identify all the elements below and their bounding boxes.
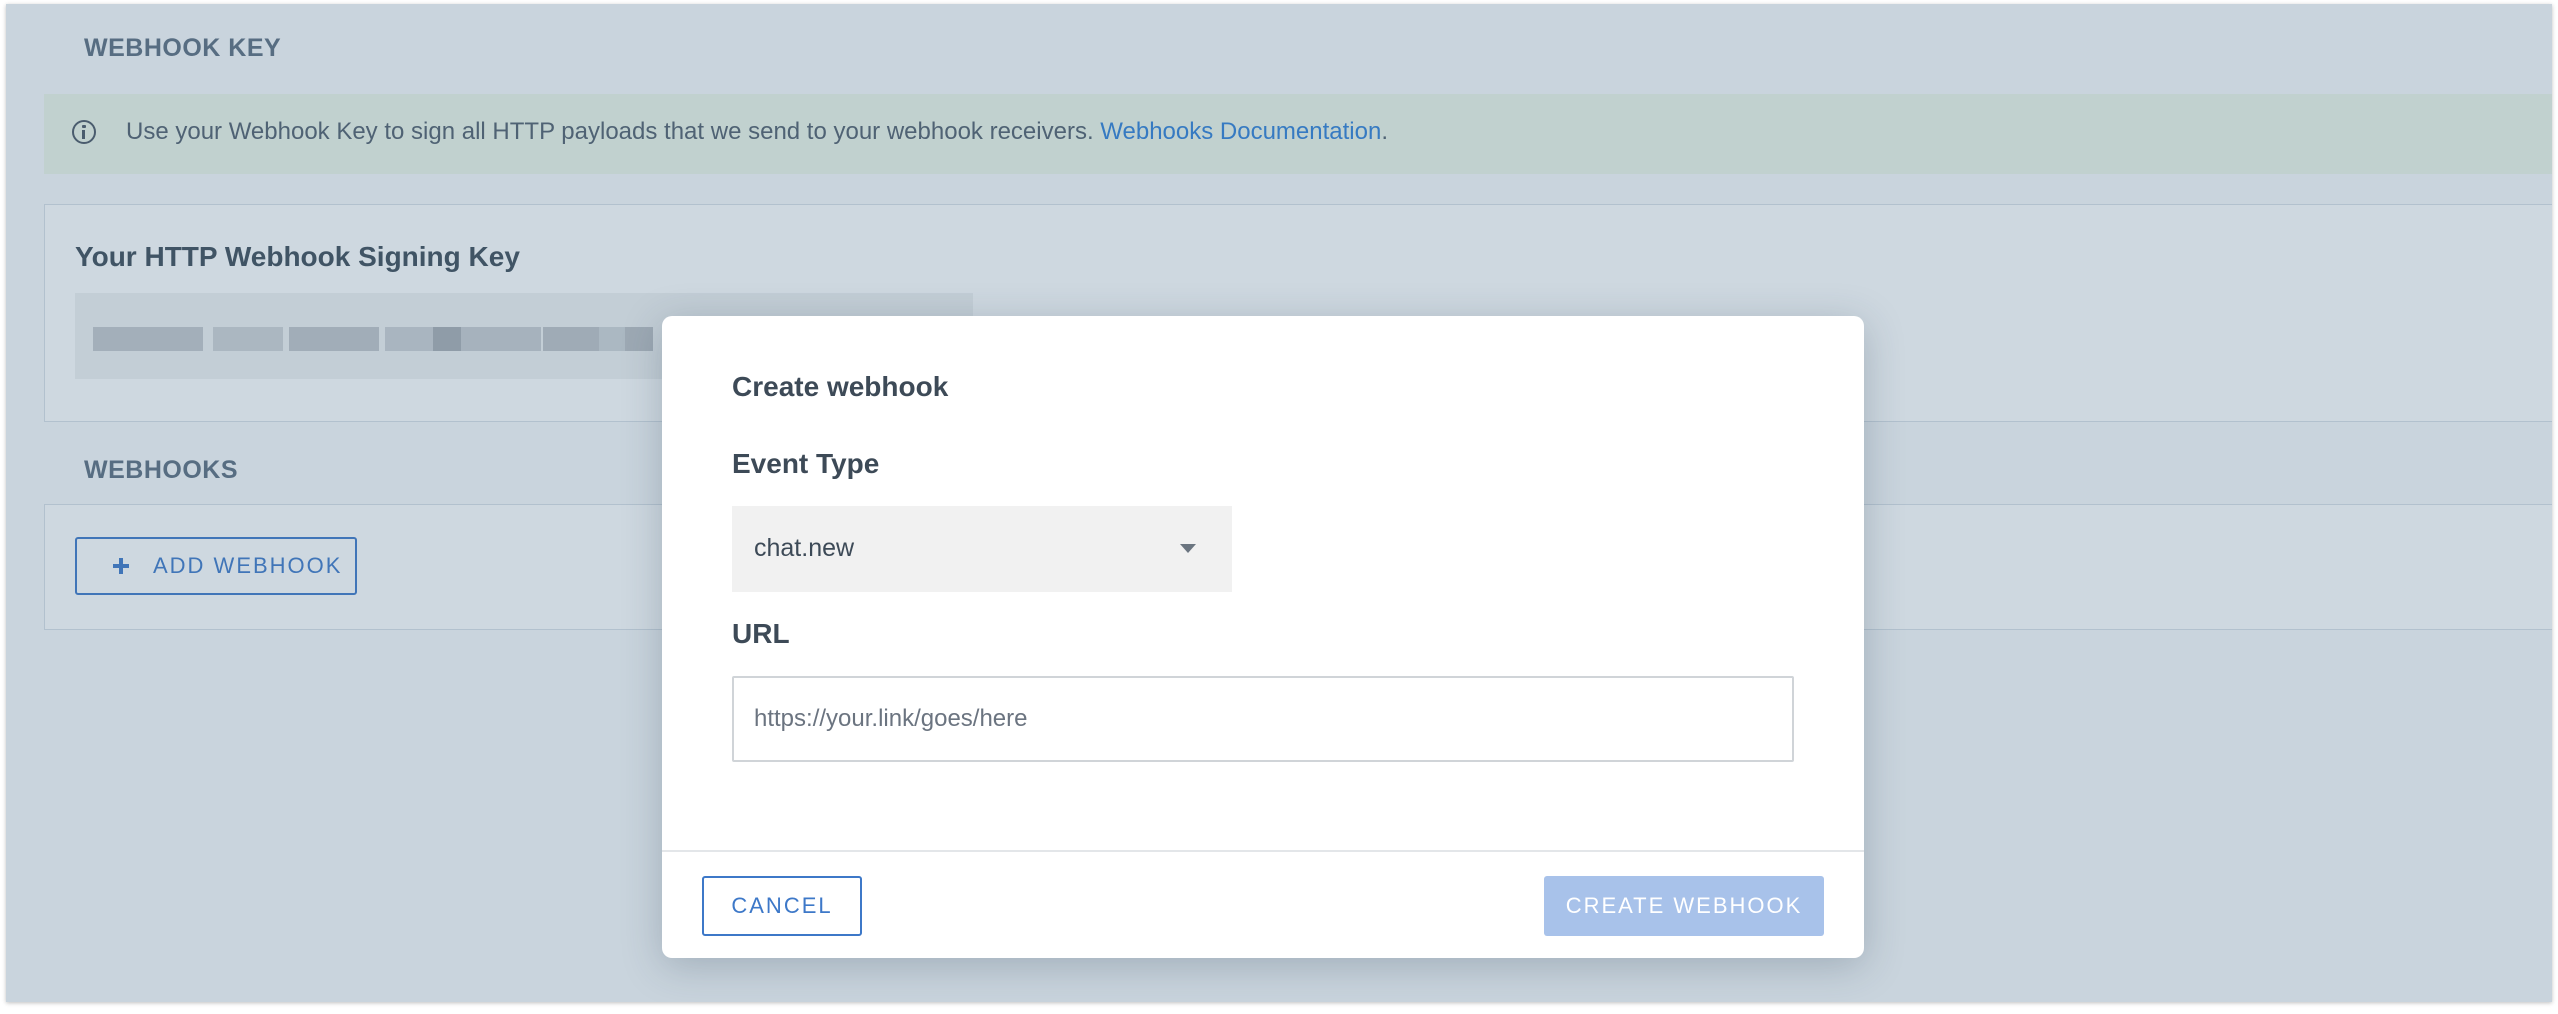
chevron-down-icon (1180, 544, 1196, 553)
dialog-title: Create webhook (732, 371, 949, 402)
url-label: URL (732, 618, 790, 649)
create-webhook-button[interactable]: CREATE WEBHOOK (1544, 876, 1824, 936)
dialog-footer: CANCEL CREATE WEBHOOK (662, 850, 1864, 958)
cancel-button[interactable]: CANCEL (702, 876, 862, 936)
app-window: WEBHOOK KEY Use your Webhook Key to sign… (6, 4, 2552, 1002)
url-input[interactable] (732, 676, 1794, 762)
event-type-select[interactable]: chat.new (732, 506, 1232, 592)
create-webhook-dialog: Create webhook Event Type chat.new URL C… (662, 316, 1864, 958)
event-type-value: chat.new (754, 534, 855, 562)
event-type-label: Event Type (732, 448, 880, 479)
